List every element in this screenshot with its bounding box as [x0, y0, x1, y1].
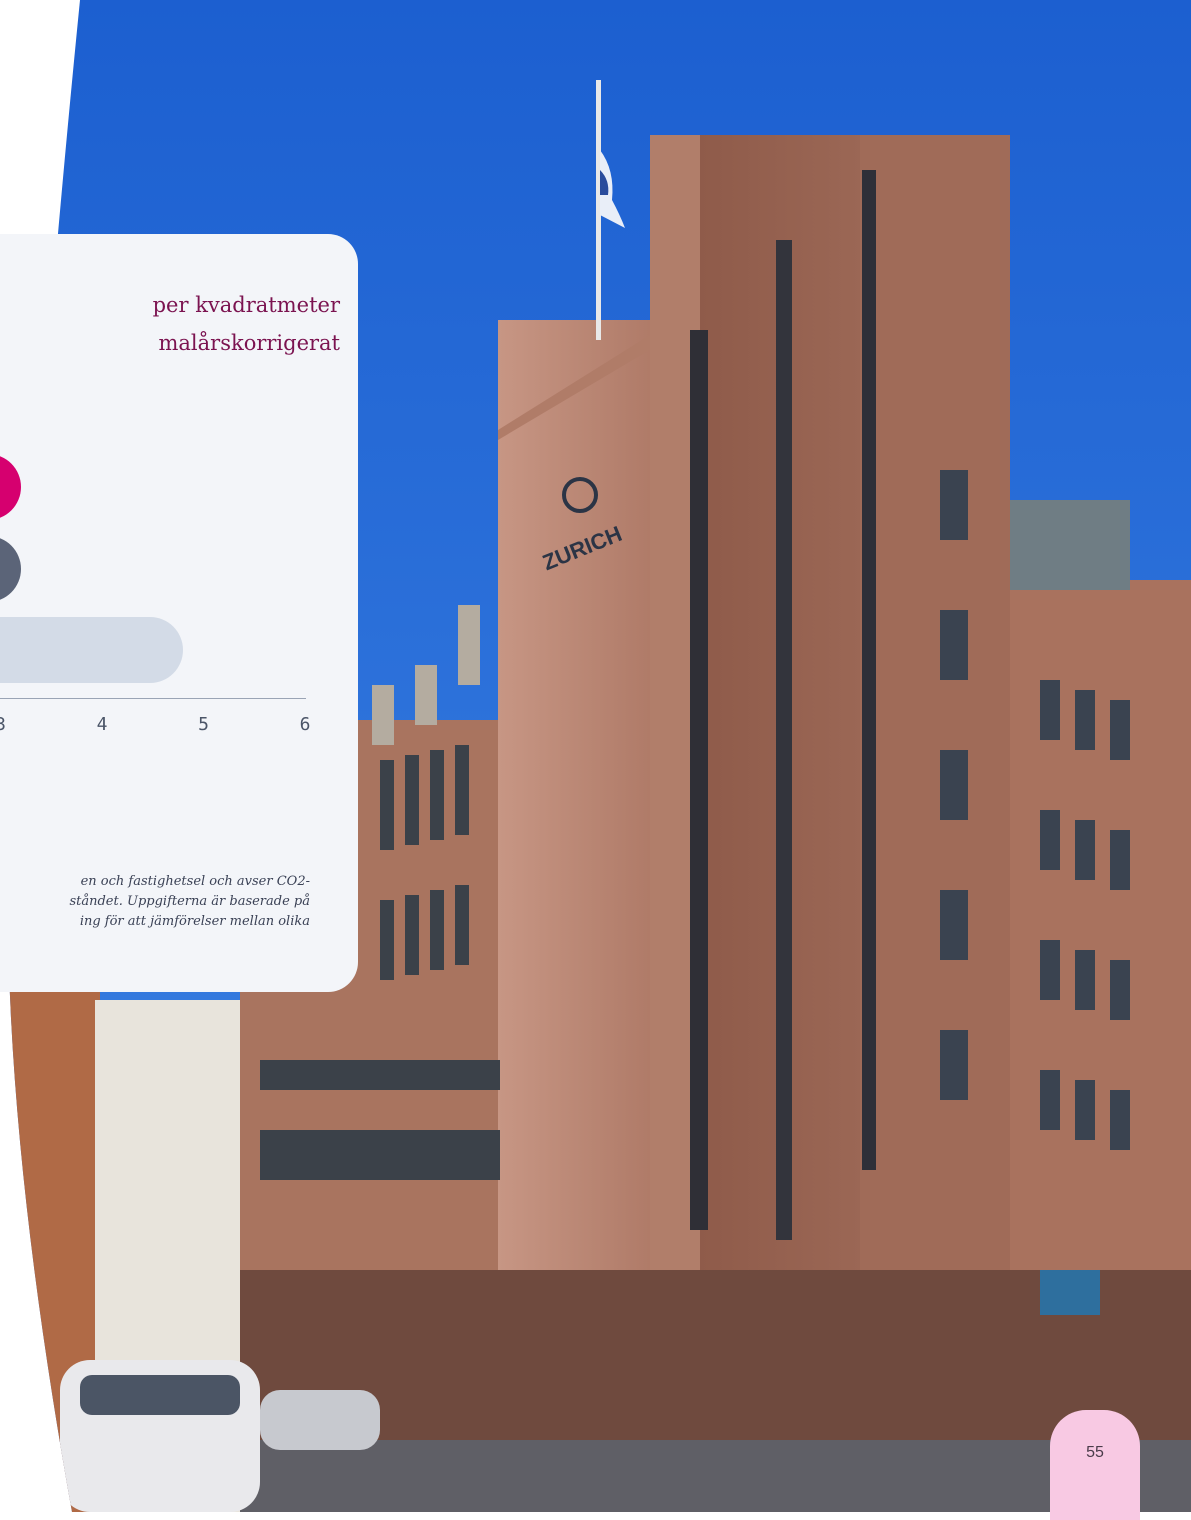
footnote-line: en och fastighetsel och avser CO2-: [80, 874, 310, 889]
x-tick-label: 5: [198, 714, 209, 735]
chart-bar: [0, 536, 21, 602]
page-number: 55: [1086, 1444, 1104, 1461]
chart-footnote: en och fastighetsel och avser CO2- stånd…: [0, 872, 310, 932]
x-tick-label: 3: [0, 714, 6, 735]
footnote-line: ing för att jämförelser mellan olika: [79, 914, 310, 929]
chart-bar: [0, 617, 184, 683]
chart-title-line-1: per kvadratmeter: [152, 293, 340, 317]
emissions-chart-card: per kvadratmeter malårskorrigerat 3 4 5 …: [0, 234, 358, 992]
x-axis-line: [0, 698, 306, 699]
page-number-tab: 55: [1050, 1410, 1140, 1520]
footnote-line: ståndet. Uppgifterna är baserade på: [69, 894, 310, 909]
x-tick-label: 4: [96, 714, 108, 735]
chart-title-line-2: malårskorrigerat: [158, 331, 340, 355]
chart-bar: [0, 454, 21, 520]
x-tick-label: 6: [299, 714, 311, 735]
chart-title: per kvadratmeter malårskorrigerat: [0, 286, 340, 366]
